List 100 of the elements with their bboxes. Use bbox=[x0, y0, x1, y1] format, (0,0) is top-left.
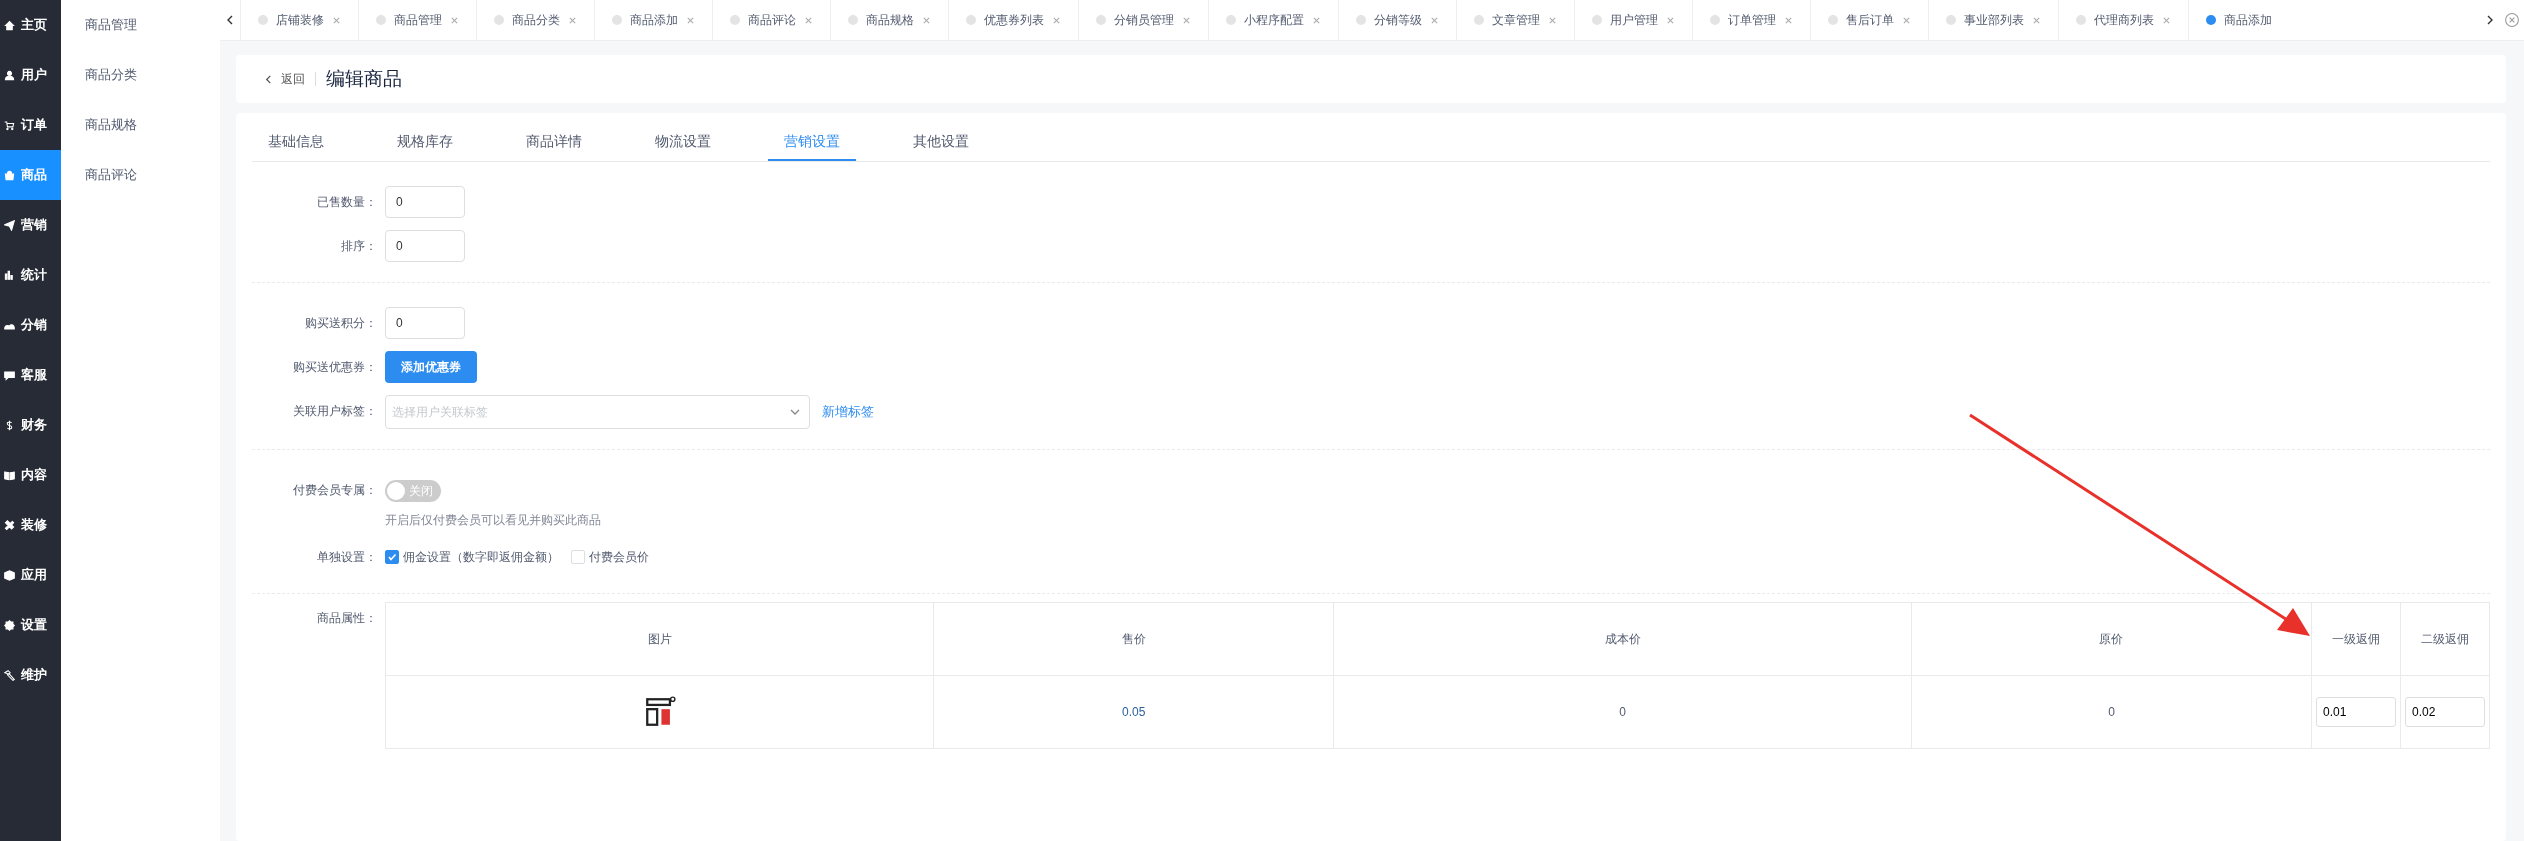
close-icon[interactable] bbox=[568, 15, 577, 25]
form-tab[interactable]: 商品详情 bbox=[510, 125, 598, 161]
nav-item[interactable]: 装修 bbox=[0, 500, 61, 550]
page-tab[interactable]: 店铺装修 bbox=[240, 0, 358, 40]
tab-dot-icon bbox=[1096, 15, 1106, 25]
close-icon[interactable] bbox=[450, 15, 459, 25]
submenu-item[interactable]: 商品评论 bbox=[61, 158, 220, 208]
chevron-left-icon bbox=[225, 15, 235, 25]
page-tab[interactable]: 商品分类 bbox=[476, 0, 594, 40]
page-tab[interactable]: 代理商列表 bbox=[2058, 0, 2188, 40]
page-tab[interactable]: 优惠券列表 bbox=[948, 0, 1078, 40]
commission-field[interactable]: 0.02 bbox=[2405, 697, 2485, 727]
close-icon[interactable] bbox=[1052, 15, 1061, 25]
tab-dot-icon bbox=[730, 15, 740, 25]
page-tab[interactable]: 商品添加 bbox=[2188, 0, 2289, 40]
close-icon[interactable] bbox=[1312, 15, 1321, 25]
chat-icon bbox=[4, 369, 15, 381]
form-tab[interactable]: 基础信息 bbox=[252, 125, 340, 161]
close-icon[interactable] bbox=[332, 15, 341, 25]
nav-item[interactable]: 订单 bbox=[0, 100, 61, 150]
page-tab[interactable]: 小程序配置 bbox=[1208, 0, 1338, 40]
tab-dot-icon bbox=[2076, 15, 2086, 25]
form-tab[interactable]: 营销设置 bbox=[768, 125, 856, 161]
close-icon[interactable] bbox=[922, 15, 931, 25]
nav-item[interactable]: 分销 bbox=[0, 300, 61, 350]
back-label: 返回 bbox=[281, 70, 305, 88]
tab-dot-icon bbox=[1356, 15, 1366, 25]
submenu-item[interactable]: 商品管理 bbox=[61, 8, 220, 58]
chevron-left-icon bbox=[264, 74, 273, 84]
nav-item[interactable]: 客服 bbox=[0, 350, 61, 400]
page-tab[interactable]: 商品评论 bbox=[712, 0, 830, 40]
submenu-item[interactable]: 商品分类 bbox=[61, 58, 220, 108]
number-field[interactable]: 0 bbox=[385, 307, 465, 339]
bag-icon bbox=[4, 169, 15, 181]
home-icon bbox=[4, 19, 15, 31]
close-icon[interactable] bbox=[1784, 15, 1793, 25]
page-tab[interactable]: 商品规格 bbox=[830, 0, 948, 40]
close-all-icon[interactable] bbox=[2504, 12, 2520, 28]
form-tab[interactable]: 物流设置 bbox=[639, 125, 727, 161]
nav-item[interactable]: 应用 bbox=[0, 550, 61, 600]
page-tab[interactable]: 订单管理 bbox=[1692, 0, 1810, 40]
tab-dot-icon bbox=[1226, 15, 1236, 25]
page-tab[interactable]: 分销员管理 bbox=[1078, 0, 1208, 40]
form-tab[interactable]: 规格库存 bbox=[381, 125, 469, 161]
page-tab[interactable]: 事业部列表 bbox=[1928, 0, 2058, 40]
plane-icon bbox=[4, 219, 15, 231]
tab-dot-icon bbox=[612, 15, 622, 25]
chart-icon bbox=[4, 269, 15, 281]
close-icon[interactable] bbox=[1430, 15, 1439, 25]
page-tab[interactable]: 文章管理 bbox=[1456, 0, 1574, 40]
form-tab[interactable]: 其他设置 bbox=[897, 125, 985, 161]
checkbox-label: 佣金设置（数字即返佣金额） bbox=[403, 548, 559, 566]
field-label: 已售数量： bbox=[316, 194, 378, 211]
close-icon[interactable] bbox=[2032, 15, 2041, 25]
user-icon bbox=[4, 69, 15, 81]
column-header: 二级返佣 bbox=[2400, 602, 2490, 676]
page-tab[interactable]: 商品添加 bbox=[594, 0, 712, 40]
close-icon[interactable] bbox=[1182, 15, 1191, 25]
column-header: 售价 bbox=[933, 602, 1334, 676]
commission-field[interactable]: 0.01 bbox=[2316, 697, 2396, 727]
tab-dot-icon bbox=[258, 15, 268, 25]
submenu-item[interactable]: 商品规格 bbox=[61, 108, 220, 158]
page-tab[interactable]: 商品管理 bbox=[358, 0, 476, 40]
close-icon[interactable] bbox=[2162, 15, 2171, 25]
page-tab[interactable]: 售后订单 bbox=[1810, 0, 1928, 40]
checkbox[interactable] bbox=[385, 550, 399, 564]
number-field[interactable]: 0 bbox=[385, 186, 465, 218]
tab-dot-icon bbox=[1592, 15, 1602, 25]
close-icon[interactable] bbox=[1548, 15, 1557, 25]
close-icon[interactable] bbox=[686, 15, 695, 25]
back-link[interactable]: 返回 bbox=[264, 70, 305, 88]
tab-dot-icon bbox=[1474, 15, 1484, 25]
gear-icon bbox=[4, 619, 15, 631]
close-icon[interactable] bbox=[804, 15, 813, 25]
page-tab[interactable]: 用户管理 bbox=[1574, 0, 1692, 40]
nav-item[interactable]: 统计 bbox=[0, 250, 61, 300]
field-label: 购买送积分： bbox=[304, 315, 378, 332]
cube-icon bbox=[4, 569, 15, 581]
page-title: 编辑商品 bbox=[326, 67, 402, 91]
table-cell: 0 bbox=[1333, 675, 1912, 749]
nav-item[interactable]: 用户 bbox=[0, 50, 61, 100]
cart-icon bbox=[4, 119, 15, 131]
checkmark-icon bbox=[387, 552, 397, 562]
hammer-icon bbox=[4, 669, 15, 681]
nav-item[interactable]: 财务 bbox=[0, 400, 61, 450]
table-cell: 0.05 bbox=[933, 675, 1334, 749]
close-icon[interactable] bbox=[1666, 15, 1675, 25]
page-tab[interactable]: 分销等级 bbox=[1338, 0, 1456, 40]
tab-dot-icon bbox=[1828, 15, 1838, 25]
chevron-right-icon bbox=[2485, 15, 2495, 25]
new-tag-link[interactable]: 新增标签 bbox=[822, 403, 874, 421]
nav-item[interactable]: 设置 bbox=[0, 600, 61, 650]
nav-item[interactable]: 维护 bbox=[0, 650, 61, 700]
nav-item[interactable]: 内容 bbox=[0, 450, 61, 500]
field-label: 单独设置： bbox=[316, 549, 378, 566]
tab-dot-icon bbox=[966, 15, 976, 25]
number-field[interactable]: 0 bbox=[385, 230, 465, 262]
nav-item[interactable]: 主页 bbox=[0, 0, 61, 50]
close-icon[interactable] bbox=[1902, 15, 1911, 25]
nav-item[interactable]: 营销 bbox=[0, 200, 61, 250]
